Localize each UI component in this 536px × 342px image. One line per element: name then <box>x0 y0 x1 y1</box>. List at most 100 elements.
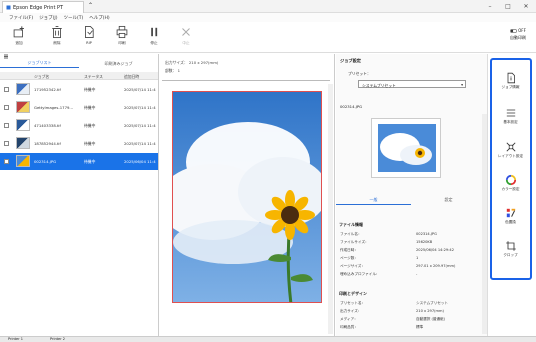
table-row[interactable]: 187852944.tif 待機中 2025/07/14 11:4 <box>0 135 158 152</box>
tab-job-list[interactable]: ジョブリスト <box>0 59 79 68</box>
print-icon <box>116 25 128 39</box>
printer-tab-2[interactable]: Printer 2 <box>50 337 65 341</box>
preview-panel: 出力サイズ： 210 x 297(mm) 部数： 1 <box>160 54 335 336</box>
row-thumbnail <box>16 101 30 113</box>
row-status: 待機中 <box>84 141 96 146</box>
cancel-button[interactable]: 中止 <box>175 25 197 51</box>
pause-icon <box>151 27 158 37</box>
print-button[interactable]: 印刷 <box>111 25 133 51</box>
row-thumbnail <box>16 137 30 149</box>
tab-printed-jobs[interactable]: 印刷済みジョブ <box>79 59 158 68</box>
pause-button[interactable]: 停止 <box>143 25 165 51</box>
row-status: 待機中 <box>84 87 96 92</box>
row-name: 171952342.tif <box>34 87 61 92</box>
info-key: 出力サイズ： <box>340 309 362 313</box>
left-tabs: ジョブリスト 印刷済みジョブ <box>0 59 158 68</box>
info-value: 210 x 297(mm) <box>416 309 444 313</box>
info-value: 002314.JPG <box>416 232 437 236</box>
info-value: 標準 <box>416 325 424 329</box>
window-title: Epson Edge Print PT <box>13 4 64 11</box>
title-bar: Epson Edge Print PT ⌃ – □ ✕ <box>0 0 536 13</box>
row-name: 002314.JPG <box>34 159 57 164</box>
color-replace-tool[interactable]: 色置換 <box>492 207 529 237</box>
info-key: 印刷品質： <box>340 325 358 329</box>
row-thumbnail <box>16 83 30 95</box>
col-status[interactable]: ステータス <box>84 74 103 80</box>
table-row[interactable]: 471403338.tif 待機中 2025/07/14 11:4 <box>0 117 158 134</box>
info-value: システムプリセット <box>416 301 449 305</box>
row-checkbox[interactable] <box>4 159 9 164</box>
row-checkbox[interactable] <box>4 141 9 146</box>
table-row[interactable]: GettyImages-1779... 待機中 2025/07/14 11:4 <box>0 99 158 116</box>
printer-tab-1[interactable]: Printer 1 <box>8 337 23 341</box>
thumbnail <box>371 118 441 178</box>
row-name: 471403338.tif <box>34 123 61 128</box>
trash-icon <box>52 25 62 39</box>
image-preview[interactable] <box>172 91 322 303</box>
minimize-button[interactable]: – <box>482 1 498 11</box>
rip-button[interactable]: RIP <box>78 25 100 51</box>
toolbar: 追加 削除 RIP 印刷 停止 中止 <box>0 22 536 53</box>
auto-print-toggle[interactable]: OFF 自動印刷 <box>504 28 532 48</box>
info-key: ファイル名： <box>340 232 362 236</box>
tab-general[interactable]: 一般 <box>336 197 411 205</box>
info-key: メディア： <box>340 317 358 321</box>
toggle-icon <box>510 28 518 33</box>
info-value: 297.01 x 209.97(mm) <box>416 264 456 268</box>
delete-button[interactable]: 削除 <box>46 25 68 51</box>
row-date: 2025/07/14 11:4 <box>124 105 156 110</box>
add-icon <box>13 26 24 38</box>
color-wheel-icon <box>505 174 516 186</box>
info-key: 埋め込みプロファイル： <box>340 272 380 276</box>
col-date[interactable]: 追加日時 <box>124 74 139 80</box>
ruler <box>162 76 330 81</box>
row-date: 2025/07/14 11:4 <box>124 141 156 146</box>
window-tab[interactable]: Epson Edge Print PT <box>2 1 84 13</box>
crop-tool[interactable]: クロップ <box>492 240 529 270</box>
preset-select[interactable]: システムプリセット ▾ <box>358 80 466 88</box>
info-key: ページ数： <box>340 256 358 260</box>
row-thumbnail <box>16 155 30 167</box>
menu-job[interactable]: ジョブ(J) <box>39 15 57 21</box>
settings-scrollbar[interactable] <box>482 114 487 334</box>
menu-help[interactable]: ヘルプ(H) <box>89 15 109 21</box>
file-name: 002314.JPG <box>340 104 363 109</box>
tab-settings[interactable]: 設定 <box>411 197 486 205</box>
row-date: 2025/06/04 11:4 <box>124 159 156 164</box>
crop-icon <box>505 241 516 251</box>
row-status: 待機中 <box>84 159 96 164</box>
row-checkbox[interactable] <box>4 105 9 110</box>
info-value: - <box>416 272 418 276</box>
add-button[interactable]: 追加 <box>8 25 30 51</box>
table-row[interactable]: 002314.JPG 待機中 2025/06/04 11:4 <box>0 153 158 170</box>
job-list-panel: ジョブリスト 印刷済みジョブ ジョブ名 ステータス 追加日時 171952342… <box>0 54 159 336</box>
row-status: 待機中 <box>84 105 96 110</box>
print-info-title: 印刷とデザイン <box>339 291 367 296</box>
basic-settings-tool[interactable]: 基本設定 <box>492 107 529 137</box>
settings-title: ジョブ設定 <box>340 58 361 63</box>
list-icon <box>506 109 515 117</box>
col-job-name[interactable]: ジョブ名 <box>34 74 49 80</box>
menu-file[interactable]: ファイル(F) <box>9 15 33 21</box>
maximize-button[interactable]: □ <box>500 1 516 11</box>
output-size: 出力サイズ： 210 x 297(mm) <box>165 60 219 65</box>
color-settings-tool[interactable]: カラー設定 <box>492 174 529 204</box>
info-value: 2025/06/04 14:29:42 <box>416 248 454 252</box>
table-row[interactable]: 171952342.tif 待機中 2025/07/14 11:4 <box>0 81 158 98</box>
row-checkbox[interactable] <box>4 123 9 128</box>
cancel-icon <box>182 28 190 36</box>
info-value: 15620KB <box>416 240 433 244</box>
info-value: 1 <box>416 256 419 260</box>
chevron-up-icon[interactable]: ⌃ <box>88 2 93 9</box>
preview-scrollbar[interactable] <box>328 84 333 334</box>
vertical-toolbar: ジョブ情報 基本設定 レイアウト設定 カラー設定 色置換 クロップ <box>490 58 532 280</box>
row-name: 187852944.tif <box>34 141 61 146</box>
row-checkbox[interactable] <box>4 87 9 92</box>
layout-settings-tool[interactable]: レイアウト設定 <box>492 141 529 171</box>
menu-tools[interactable]: ツール(T) <box>63 15 83 21</box>
app-icon <box>6 5 11 10</box>
close-button[interactable]: ✕ <box>518 1 534 11</box>
copies: 部数： 1 <box>165 68 181 73</box>
job-info-tool[interactable]: ジョブ情報 <box>492 72 529 102</box>
rip-icon <box>85 25 94 39</box>
